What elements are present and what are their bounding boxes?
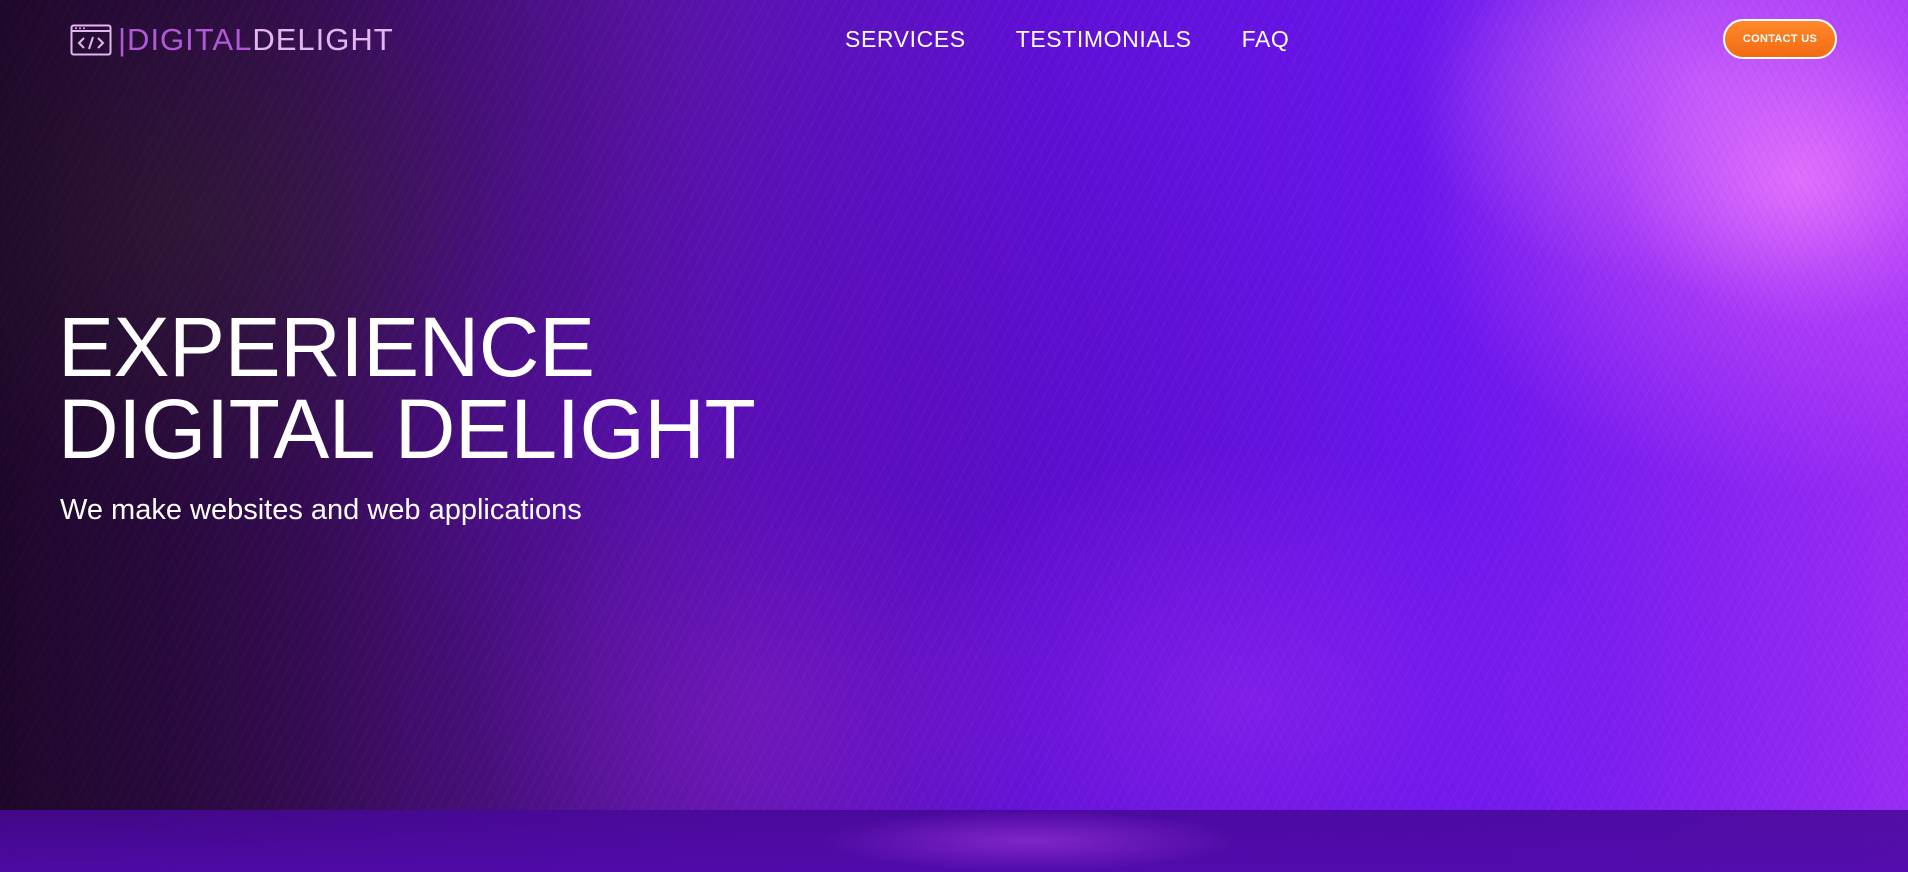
hero-title: EXPERIENCE DIGITAL DELIGHT [58,300,756,476]
hero-subtitle: We make websites and web applications [60,494,582,526]
hero-page: |DIGITALDELIGHT SERVICES TESTIMONIALS FA… [0,0,1908,872]
code-window-icon [70,24,112,56]
logo-text-digital: |DIGITAL [118,22,253,57]
site-logo[interactable]: |DIGITALDELIGHT [70,22,394,58]
main-nav: SERVICES TESTIMONIALS FAQ [845,22,1289,56]
contact-us-button[interactable]: CONTACT US [1723,19,1837,59]
logo-text-delight: DELIGHT [252,22,394,57]
next-section-edge [0,810,1908,872]
hero-title-line-2: DIGITAL DELIGHT [58,382,756,476]
nav-link-faq[interactable]: FAQ [1242,22,1290,56]
hero-title-line-1: EXPERIENCE [58,300,595,394]
logo-wordmark: |DIGITALDELIGHT [118,22,394,58]
nav-link-testimonials[interactable]: TESTIMONIALS [1016,22,1192,56]
nav-link-services[interactable]: SERVICES [845,22,966,56]
